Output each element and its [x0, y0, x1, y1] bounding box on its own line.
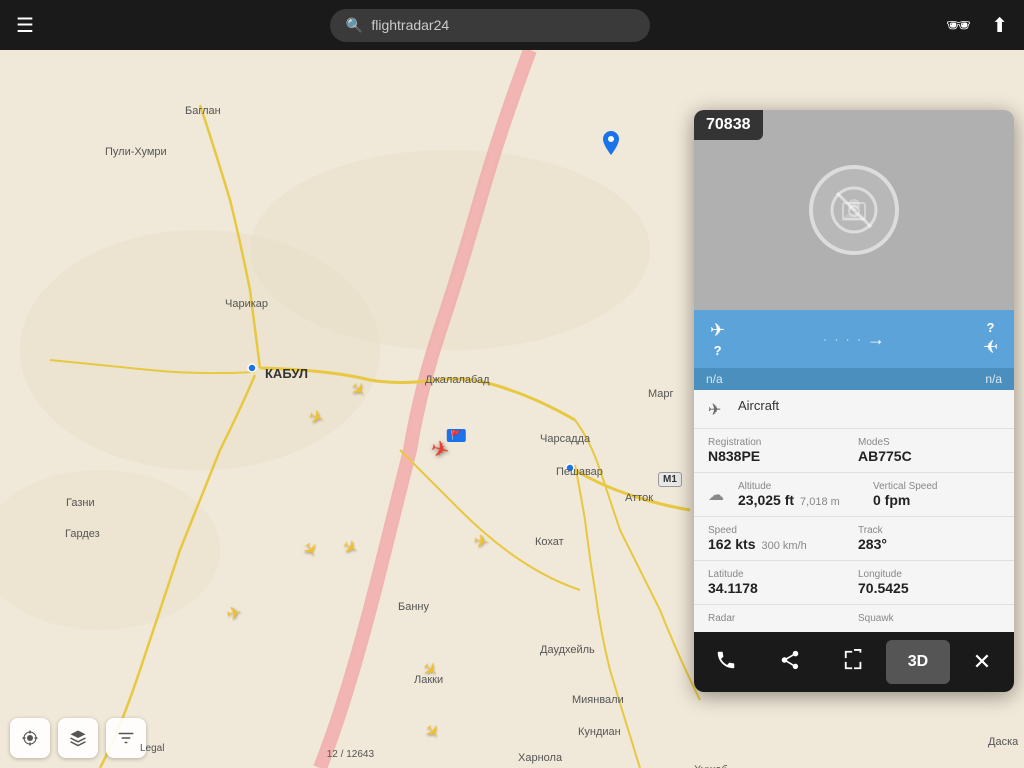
registration-field: Registration N838PE: [708, 437, 850, 464]
info-rows: ✈ Aircraft Registration N838PE ModeS AB7…: [694, 390, 1014, 632]
search-icon: 🔍: [346, 17, 363, 34]
vertical-speed-label: Vertical Speed: [873, 481, 1000, 492]
call-button[interactable]: [694, 640, 758, 684]
vertical-speed-field: Vertical Speed 0 fpm: [873, 481, 1000, 508]
search-text: flightradar24: [371, 17, 449, 33]
resize-button[interactable]: [822, 640, 886, 684]
modes-field: ModeS AB775C: [858, 437, 1000, 464]
dest-plane-icon: ✈: [983, 337, 998, 358]
registration-grid: Registration N838PE ModeS AB775C: [694, 429, 1014, 473]
latitude-label: Latitude: [708, 569, 850, 580]
latitude-value: 34.1178: [708, 580, 850, 596]
aircraft-section: ✈ Aircraft: [694, 390, 1014, 429]
share-action-button[interactable]: [758, 640, 822, 684]
3d-button[interactable]: 3D: [886, 640, 950, 684]
altitude-secondary: 7,018 m: [800, 496, 840, 508]
route-middle: · · · · →: [725, 329, 983, 350]
no-photo-icon: [809, 165, 899, 255]
route-arrow: →: [867, 329, 885, 350]
route-bar: ✈ ? · · · · → ? ✈: [694, 310, 1014, 368]
share-icon[interactable]: ⬆: [991, 13, 1008, 38]
speed-label: Speed: [708, 525, 850, 536]
coords-grid: Latitude 34.1178 Longitude 70.5425: [694, 561, 1014, 605]
radar-field: Radar: [708, 613, 850, 624]
modes-label: ModeS: [858, 437, 1000, 448]
na-left: n/a: [706, 372, 723, 386]
dest-code: ?: [986, 320, 994, 335]
highway-m1: M1: [658, 472, 682, 487]
close-button[interactable]: ✕: [950, 640, 1014, 684]
map-controls: [10, 718, 146, 758]
aircraft-icon: ✈: [708, 400, 728, 420]
altitude-label: Altitude: [738, 481, 865, 492]
radar-label: Radar: [708, 613, 850, 624]
location-button[interactable]: [10, 718, 50, 758]
track-label: Track: [858, 525, 1000, 536]
binoculars-icon[interactable]: 🕶: [946, 13, 971, 38]
latitude-field: Latitude 34.1178: [708, 569, 850, 596]
longitude-label: Longitude: [858, 569, 1000, 580]
map-counter: 12 / 12643: [327, 749, 374, 760]
na-right: n/a: [985, 372, 1002, 386]
menu-icon[interactable]: ☰: [16, 13, 34, 38]
registration-value: N838PE: [708, 448, 850, 464]
dest-endpoint: ? ✈: [983, 320, 998, 358]
cloud-icon: ☁: [708, 485, 728, 505]
action-bar: 3D ✕: [694, 632, 1014, 692]
share-action-icon: [779, 649, 801, 676]
altitude-field: Altitude 23,025 ft 7,018 m: [738, 481, 865, 508]
close-icon: ✕: [965, 649, 999, 675]
longitude-field: Longitude 70.5425: [858, 569, 1000, 596]
aircraft-title: Aircraft: [738, 398, 1000, 413]
legal-text[interactable]: Legal: [140, 743, 164, 754]
track-field: Track 283°: [858, 525, 1000, 552]
altitude-value: 23,025 ft: [738, 492, 794, 508]
search-bar[interactable]: 🔍 flightradar24: [330, 9, 650, 42]
map-pin-1[interactable]: [601, 131, 621, 155]
call-icon: [715, 649, 737, 676]
speed-field: Speed 162 kts 300 km/h: [708, 525, 850, 552]
origin-code: ?: [714, 343, 722, 358]
resize-icon: [843, 649, 865, 676]
altitude-row: ☁ Altitude 23,025 ft 7,018 m Vertical Sp…: [694, 473, 1014, 517]
squawk-label: Squawk: [858, 613, 1000, 624]
route-dots: · · · ·: [823, 332, 863, 346]
speed-grid: Speed 162 kts 300 km/h Track 283°: [694, 517, 1014, 561]
topbar: ☰ 🔍 flightradar24 🕶 ⬆: [0, 0, 1024, 50]
squawk-field: Squawk: [858, 613, 1000, 624]
na-bar: n/a n/a: [694, 368, 1014, 390]
speed-value: 162 kts: [708, 536, 755, 552]
selected-plane[interactable]: ✈ 🚩: [431, 437, 449, 463]
layers-button[interactable]: [58, 718, 98, 758]
vertical-speed-value: 0 fpm: [873, 492, 1000, 508]
top-icons: 🕶 ⬆: [946, 13, 1008, 38]
longitude-value: 70.5425: [858, 580, 1000, 596]
aircraft-content: Aircraft: [738, 398, 1000, 413]
map[interactable]: Баглан Пули-Хумри Чарикар КАБУЛ Гардез Г…: [0, 50, 1024, 768]
flight-panel: 70838 ✈ ? · · · · →: [694, 110, 1014, 692]
origin-plane-icon: ✈: [710, 320, 725, 341]
track-value: 283°: [858, 536, 1000, 552]
origin-endpoint: ✈ ?: [710, 320, 725, 358]
flight-id-badge: 70838: [694, 110, 763, 140]
modes-value: AB775C: [858, 448, 1000, 464]
registration-label: Registration: [708, 437, 850, 448]
radar-grid: Radar Squawk: [694, 605, 1014, 632]
panel-image: 70838: [694, 110, 1014, 310]
3d-label: 3D: [908, 653, 928, 671]
speed-secondary: 300 km/h: [761, 540, 806, 552]
